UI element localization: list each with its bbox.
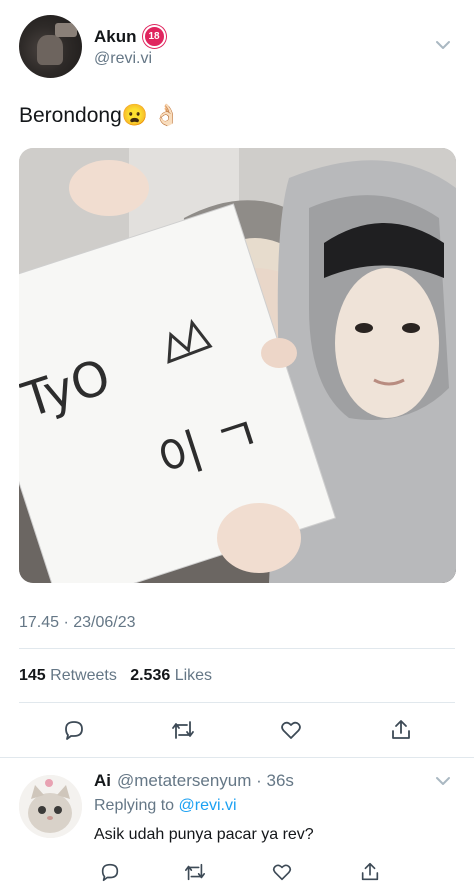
like-icon (281, 721, 301, 739)
author-name-row[interactable]: Akun 18 (94, 25, 166, 48)
reply-like-button[interactable] (268, 858, 296, 886)
retweets-label: Retweets (50, 667, 117, 684)
section-divider (0, 757, 474, 758)
cat-avatar-illustration (19, 775, 82, 838)
reply-author-avatar[interactable] (19, 775, 82, 838)
like-icon (272, 864, 292, 881)
reply-button[interactable] (56, 712, 92, 748)
author-handle[interactable]: @revi.vi (94, 50, 152, 68)
reply-header: Ai @metatersenyum · 36s (94, 771, 294, 791)
photo-illustration: TyO 이 ㄱ (19, 148, 456, 583)
retweet-icon (172, 721, 194, 739)
share-button[interactable] (383, 712, 419, 748)
retweets-stat[interactable]: 145 Retweets (19, 667, 117, 684)
likes-stat[interactable]: 2.536 Likes (130, 667, 212, 684)
author-avatar[interactable] (19, 15, 82, 78)
avatar-figure (37, 35, 63, 65)
divider (19, 648, 455, 649)
reply-chevron-down-icon[interactable] (434, 772, 452, 790)
author-name[interactable]: Akun (94, 27, 137, 47)
reply-icon (101, 863, 119, 882)
like-button[interactable] (273, 712, 309, 748)
replying-to: Replying to @revi.vi (94, 797, 237, 815)
reply-icon (65, 721, 83, 740)
avatar-figure-detail (55, 23, 77, 37)
share-icon (361, 862, 379, 881)
age-18-badge-icon: 18 (142, 25, 166, 48)
tweet-text: Berondong😦 👌🏻 (19, 104, 180, 127)
tweet-photo[interactable]: TyO 이 ㄱ (19, 148, 456, 583)
reply-reply-button[interactable] (96, 858, 124, 886)
chevron-down-icon[interactable] (434, 36, 452, 54)
reply-retweet-button[interactable] (181, 858, 209, 886)
replying-handle-link[interactable]: @revi.vi (179, 797, 237, 814)
reply-handle-time[interactable]: @metatersenyum · 36s (117, 771, 294, 791)
reply-text: Asik udah punya pacar ya rev? (94, 826, 314, 843)
retweet-icon (185, 863, 205, 881)
tweet-timestamp: 17.45 · 23/06/23 (19, 614, 136, 631)
retweet-button[interactable] (165, 712, 201, 748)
share-icon (392, 720, 410, 739)
divider (19, 702, 455, 703)
replying-prefix: Replying to (94, 797, 175, 814)
likes-label: Likes (174, 667, 213, 684)
likes-count: 2.536 (130, 667, 171, 684)
retweets-count: 145 (19, 667, 46, 684)
reply-author-name[interactable]: Ai (94, 771, 111, 791)
tweet-stats: 145 Retweets 2.536 Likes (19, 667, 212, 685)
reply-share-button[interactable] (356, 858, 384, 886)
